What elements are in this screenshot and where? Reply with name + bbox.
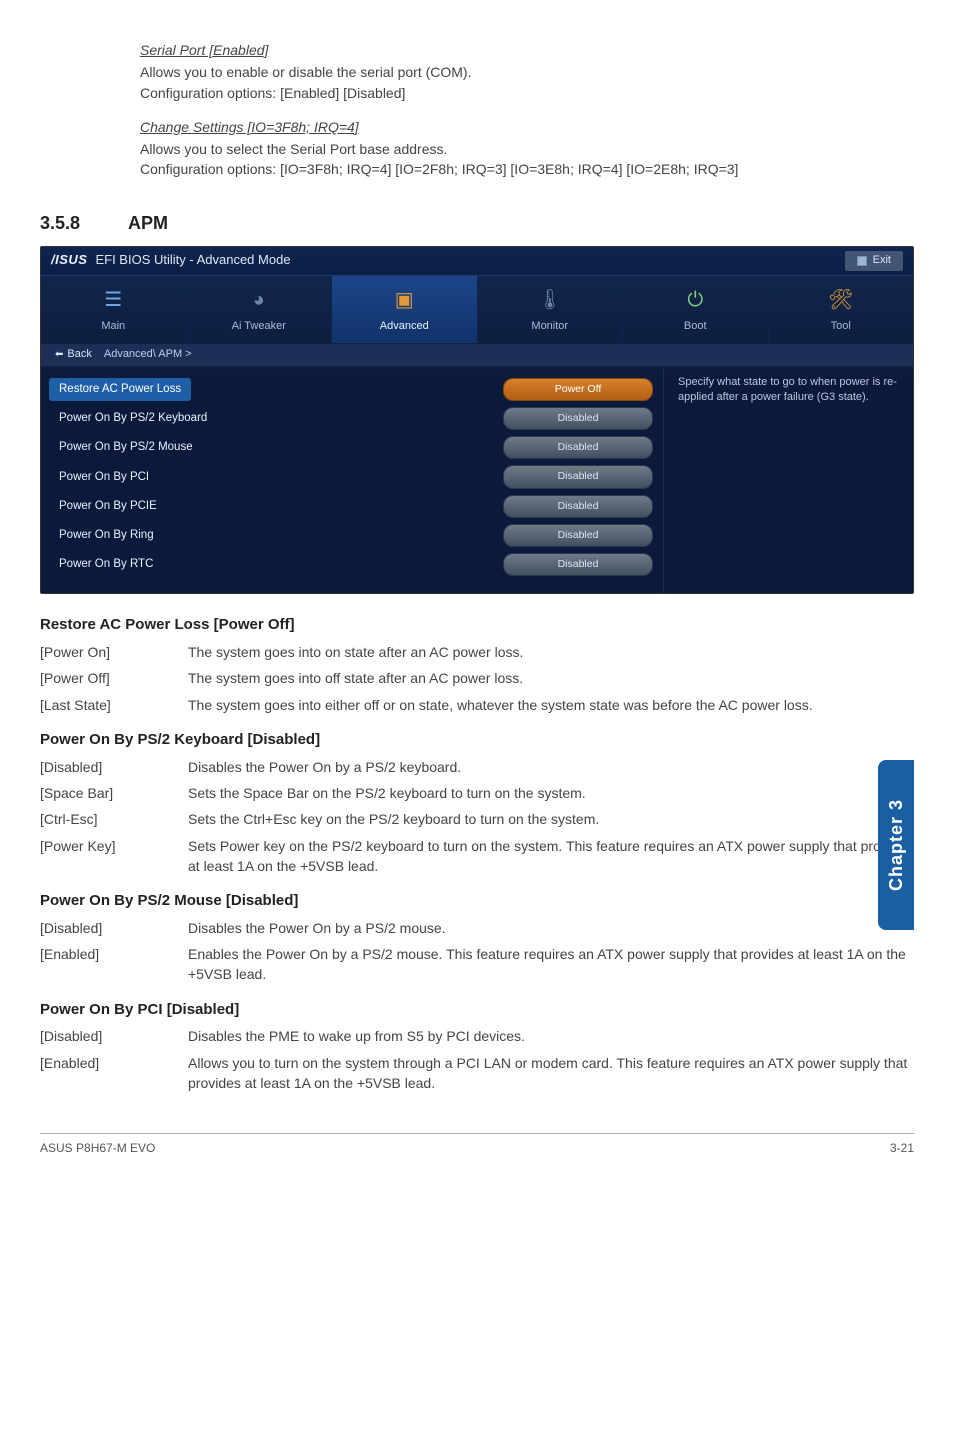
setting-row[interactable]: Power On By Ring Disabled	[59, 521, 653, 550]
option-value: Disables the PME to wake up from S5 by P…	[188, 1026, 914, 1046]
back-button[interactable]: Back	[55, 347, 92, 363]
setting-label: Power On By RTC	[59, 556, 153, 573]
setting-label: Restore AC Power Loss	[49, 378, 191, 401]
setting-row[interactable]: Power On By PCI Disabled	[59, 462, 653, 491]
change-line2: Configuration options: [IO=3F8h; IRQ=4] …	[140, 161, 738, 177]
change-settings-heading: Change Settings [IO=3F8h; IRQ=4]	[140, 117, 914, 137]
setting-row[interactable]: Restore AC Power Loss Power Off	[59, 375, 653, 404]
option-key: [Power On]	[40, 642, 170, 662]
setting-value[interactable]: Power Off	[503, 378, 653, 401]
setting-value[interactable]: Disabled	[503, 436, 653, 459]
option-key: [Enabled]	[40, 944, 170, 985]
serial-line2: Configuration options: [Enabled] [Disabl…	[140, 85, 405, 101]
option-key: [Disabled]	[40, 757, 170, 777]
bios-window-title: EFI BIOS Utility - Advanced Mode	[95, 251, 290, 270]
bios-settings-list: Restore AC Power Loss Power Off Power On…	[41, 367, 663, 594]
gauge-icon: ◕	[187, 286, 332, 315]
option-key: [Disabled]	[40, 918, 170, 938]
serial-line1: Allows you to enable or disable the seri…	[140, 64, 471, 80]
setting-row[interactable]: Power On By PS/2 Keyboard Disabled	[59, 404, 653, 433]
bios-screenshot: /ISUS EFI BIOS Utility - Advanced Mode E…	[40, 246, 914, 594]
tab-boot[interactable]: ⏻ Boot	[623, 276, 769, 343]
keyboard-heading: Power On By PS/2 Keyboard [Disabled]	[40, 729, 914, 751]
chapter-side-tab-label: Chapter 3	[883, 799, 909, 891]
option-key: [Ctrl-Esc]	[40, 809, 170, 829]
tab-tool[interactable]: 🛠 Tool	[769, 276, 914, 343]
chip-icon: ▣	[332, 286, 477, 315]
footer-left: ASUS P8H67-M EVO	[40, 1140, 155, 1157]
setting-label: Power On By Ring	[59, 527, 154, 544]
breadcrumb: Advanced\ APM >	[104, 347, 192, 363]
option-value: Sets Power key on the PS/2 keyboard to t…	[188, 836, 914, 877]
tab-advanced-label: Advanced	[380, 320, 429, 332]
tab-monitor[interactable]: 🌡 Monitor	[478, 276, 624, 343]
option-value: Allows you to turn on the system through…	[188, 1053, 914, 1094]
option-key: [Disabled]	[40, 1026, 170, 1046]
tab-advanced[interactable]: ▣ Advanced	[332, 276, 478, 343]
setting-label: Power On By PS/2 Mouse	[59, 439, 193, 456]
option-value: The system goes into either off or on st…	[188, 695, 914, 715]
thermometer-icon: 🌡	[478, 286, 623, 315]
option-value: Disables the Power On by a PS/2 mouse.	[188, 918, 914, 938]
option-value: The system goes into off state after an …	[188, 668, 914, 688]
section-number: 3.5.8	[40, 210, 80, 236]
tab-ai-tweaker[interactable]: ◕ Ai Tweaker	[187, 276, 333, 343]
tab-main[interactable]: ☰ Main	[41, 276, 187, 343]
chapter-side-tab: Chapter 3	[878, 760, 914, 930]
change-settings-desc: Allows you to select the Serial Port bas…	[140, 139, 914, 180]
option-key: [Enabled]	[40, 1053, 170, 1094]
setting-label: Power On By PCIE	[59, 498, 157, 515]
tab-tool-label: Tool	[831, 320, 851, 332]
setting-value[interactable]: Disabled	[503, 524, 653, 547]
option-value: Disables the Power On by a PS/2 keyboard…	[188, 757, 914, 777]
setting-label: Power On By PCI	[59, 469, 149, 486]
setting-label: Power On By PS/2 Keyboard	[59, 410, 207, 427]
option-value: The system goes into on state after an A…	[188, 642, 914, 662]
exit-icon	[857, 256, 867, 266]
serial-port-desc: Allows you to enable or disable the seri…	[140, 62, 914, 103]
wrench-icon: 🛠	[769, 286, 914, 315]
tab-monitor-label: Monitor	[531, 320, 568, 332]
section-title: APM	[128, 210, 168, 236]
exit-label: Exit	[873, 253, 891, 269]
option-key: [Power Key]	[40, 836, 170, 877]
change-line1: Allows you to select the Serial Port bas…	[140, 141, 447, 157]
bios-brand-logo: /ISUS	[51, 251, 87, 270]
mouse-heading: Power On By PS/2 Mouse [Disabled]	[40, 890, 914, 912]
setting-value[interactable]: Disabled	[503, 465, 653, 488]
setting-value[interactable]: Disabled	[503, 495, 653, 518]
footer-right: 3-21	[890, 1140, 914, 1157]
option-value: Sets the Space Bar on the PS/2 keyboard …	[188, 783, 914, 803]
option-key: [Power Off]	[40, 668, 170, 688]
tab-boot-label: Boot	[684, 320, 707, 332]
power-icon: ⏻	[623, 286, 768, 315]
setting-value[interactable]: Disabled	[503, 407, 653, 430]
pci-heading: Power On By PCI [Disabled]	[40, 999, 914, 1021]
option-value: Sets the Ctrl+Esc key on the PS/2 keyboa…	[188, 809, 914, 829]
option-value: Enables the Power On by a PS/2 mouse. Th…	[188, 944, 914, 985]
exit-button[interactable]: Exit	[845, 251, 903, 271]
setting-row[interactable]: Power On By PCIE Disabled	[59, 492, 653, 521]
bios-help-panel: Specify what state to go to when power i…	[663, 367, 913, 594]
setting-value[interactable]: Disabled	[503, 553, 653, 576]
tab-ai-tweaker-label: Ai Tweaker	[232, 320, 286, 332]
bios-help-text: Specify what state to go to when power i…	[678, 376, 897, 403]
list-icon: ☰	[41, 286, 186, 315]
setting-row[interactable]: Power On By RTC Disabled	[59, 550, 653, 579]
serial-port-heading: Serial Port [Enabled]	[140, 40, 914, 60]
tab-main-label: Main	[101, 320, 125, 332]
option-key: [Last State]	[40, 695, 170, 715]
setting-row[interactable]: Power On By PS/2 Mouse Disabled	[59, 433, 653, 462]
restore-heading: Restore AC Power Loss [Power Off]	[40, 614, 914, 636]
option-key: [Space Bar]	[40, 783, 170, 803]
